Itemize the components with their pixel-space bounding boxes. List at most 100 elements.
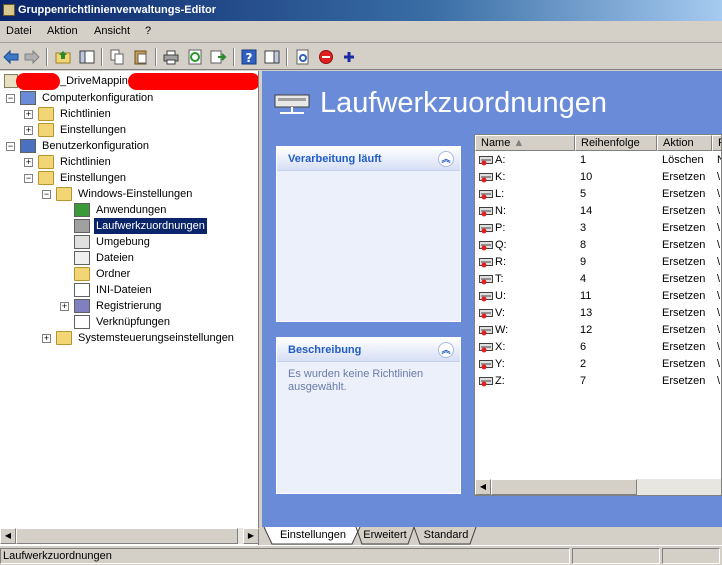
list-item[interactable]: Q: 8 Ersetzen \ <box>475 237 721 254</box>
tree-item-systemsteuerungseinstellungen[interactable]: + Systemsteuerungseinstellungen <box>42 330 258 346</box>
expand-icon[interactable]: + <box>60 302 69 311</box>
tree-item-richtlinien[interactable]: + Richtlinien <box>24 106 254 122</box>
list-item[interactable]: R: 9 Ersetzen \ <box>475 254 721 271</box>
collapse-icon[interactable]: − <box>24 174 33 183</box>
list-item[interactable]: K: 10 Ersetzen \ <box>475 169 721 186</box>
scroll-thumb[interactable] <box>16 528 238 544</box>
tab-standard[interactable]: Standard <box>418 527 474 544</box>
console-tree[interactable]: _DriveMapping − Computerkonfiguration + Ric… <box>0 71 259 545</box>
toolbar-separator <box>233 48 235 66</box>
list-item[interactable]: T: 4 Ersetzen \ <box>475 271 721 288</box>
tree-item-benutzerkonfiguration[interactable]: − Benutzerkonfiguration <box>6 138 236 154</box>
cell-action: Ersetzen <box>662 171 706 183</box>
tree-item-dateien[interactable]: Dateien <box>60 250 258 266</box>
expand-icon[interactable]: + <box>42 334 51 343</box>
cell-path: \ <box>717 341 721 353</box>
scroll-thumb[interactable] <box>491 479 637 495</box>
tree-item-richtlinien[interactable]: + Richtlinien <box>24 154 254 170</box>
menu-aktion[interactable]: Aktion <box>47 25 78 37</box>
column-header-order[interactable]: Reihenfolge <box>575 135 657 151</box>
list-horizontal-scrollbar[interactable]: ◀ <box>475 479 721 495</box>
column-header-action[interactable]: Aktion <box>657 135 712 151</box>
mapped-drive-icon <box>479 155 494 166</box>
back-arrow-icon[interactable] <box>2 48 20 66</box>
scroll-right-icon[interactable]: ▶ <box>243 528 259 544</box>
up-folder-icon[interactable] <box>54 48 72 66</box>
paste-icon[interactable] <box>132 48 150 66</box>
print-icon[interactable] <box>162 48 180 66</box>
menu-bar: Datei Aktion Ansicht ? <box>0 21 722 43</box>
collapse-icon[interactable]: − <box>6 142 15 151</box>
status-bar: Laufwerkzuordnungen <box>0 545 722 565</box>
collapse-chevron-icon[interactable]: ︽ <box>438 151 454 167</box>
drive-mapping-list[interactable]: Name ▲ Reihenfolge Aktion P A:1LöschenNK… <box>474 134 722 496</box>
tree-item-windows-einstellungen[interactable]: − Windows-Einstellungen <box>42 186 258 202</box>
list-item[interactable]: N: 14 Ersetzen \ <box>475 203 721 220</box>
cell-path: \ <box>717 290 721 302</box>
column-header-name[interactable]: Name ▲ <box>475 135 575 151</box>
tree-item-ordner[interactable]: Ordner <box>60 266 258 282</box>
cell-name: P: <box>495 222 506 234</box>
folder-icon <box>38 171 54 185</box>
list-item[interactable]: X: 6 Ersetzen \ <box>475 339 721 356</box>
tree-item-verkn-pfungen[interactable]: Verknüpfungen <box>60 314 258 330</box>
mapped-drive-icon <box>479 206 494 217</box>
status-text: Laufwerkzuordnungen <box>0 548 570 564</box>
expand-icon[interactable]: + <box>24 110 33 119</box>
cell-action: Ersetzen <box>662 239 706 251</box>
menu-datei[interactable]: Datei <box>6 25 32 37</box>
add-icon[interactable] <box>340 48 358 66</box>
list-item[interactable]: A: 1 Löschen N <box>475 152 721 169</box>
help-icon[interactable]: ? <box>240 48 258 66</box>
refresh-icon[interactable] <box>186 48 204 66</box>
stop-icon[interactable] <box>317 48 335 66</box>
list-item[interactable]: Y: 2 Ersetzen \ <box>475 356 721 373</box>
column-header-path[interactable]: P <box>712 135 721 151</box>
tree-item-anwendungen[interactable]: Anwendungen <box>60 202 258 218</box>
tree-horizontal-scrollbar[interactable]: ◀ ▶ <box>0 528 259 544</box>
list-item[interactable]: Z: 7 Ersetzen \ <box>475 373 721 390</box>
tree-item-ini-dateien[interactable]: INI-Dateien <box>60 282 258 298</box>
collapse-icon[interactable]: − <box>6 94 15 103</box>
scroll-left-icon[interactable]: ◀ <box>0 528 16 544</box>
collapse-icon[interactable]: − <box>42 190 51 199</box>
folder-icon <box>38 107 54 121</box>
copy-icon[interactable] <box>108 48 126 66</box>
tree-item-einstellungen[interactable]: − Einstellungen <box>24 170 254 186</box>
shortcut-icon <box>74 315 90 329</box>
action-pane-icon[interactable] <box>263 48 281 66</box>
sort-ascending-icon: ▲ <box>513 137 525 149</box>
new-item-icon[interactable] <box>294 48 312 66</box>
scroll-left-icon[interactable]: ◀ <box>475 479 491 495</box>
cell-action: Ersetzen <box>662 222 706 234</box>
tree-item-umgebung[interactable]: Umgebung <box>60 234 258 250</box>
list-item[interactable]: W: 12 Ersetzen \ <box>475 322 721 339</box>
tree-item-label: Systemsteuerungseinstellungen <box>78 332 234 344</box>
list-item[interactable]: U: 11 Ersetzen \ <box>475 288 721 305</box>
forward-arrow-icon[interactable] <box>23 48 41 66</box>
tree-root-gpo[interactable]: _DriveMapping <box>4 73 258 90</box>
tab-einstellungen[interactable]: Einstellungen <box>274 527 352 544</box>
menu-help[interactable]: ? <box>145 25 151 37</box>
expand-icon[interactable]: + <box>24 126 33 135</box>
cell-path: \ <box>717 239 721 251</box>
list-item[interactable]: V: 13 Ersetzen \ <box>475 305 721 322</box>
description-panel-header[interactable]: Beschreibung ︽ <box>277 338 460 362</box>
tree-item-einstellungen[interactable]: + Einstellungen <box>24 122 254 138</box>
tree-item-laufwerkzuordnungen[interactable]: Laufwerkzuordnungen <box>60 218 258 234</box>
menu-ansicht[interactable]: Ansicht <box>94 25 130 37</box>
export-icon[interactable] <box>209 48 227 66</box>
tree-item-registrierung[interactable]: + Registrierung <box>60 298 258 314</box>
list-item[interactable]: P: 3 Ersetzen \ <box>475 220 721 237</box>
tree-item-label: INI-Dateien <box>96 284 152 296</box>
mapped-drive-icon <box>479 376 494 387</box>
collapse-chevron-icon[interactable]: ︽ <box>438 342 454 358</box>
expand-icon[interactable]: + <box>24 158 33 167</box>
window-title-bar[interactable]: Gruppenrichtlinienverwaltungs-Editor <box>0 0 722 21</box>
cell-path: \ <box>717 375 721 387</box>
tree-item-computerkonfiguration[interactable]: − Computerkonfiguration <box>6 90 236 106</box>
show-hide-tree-icon[interactable] <box>78 48 96 66</box>
processing-panel-header[interactable]: Verarbeitung läuft ︽ <box>277 147 460 171</box>
list-item[interactable]: L: 5 Ersetzen \ <box>475 186 721 203</box>
tab-erweitert[interactable]: Erweitert <box>359 527 411 544</box>
